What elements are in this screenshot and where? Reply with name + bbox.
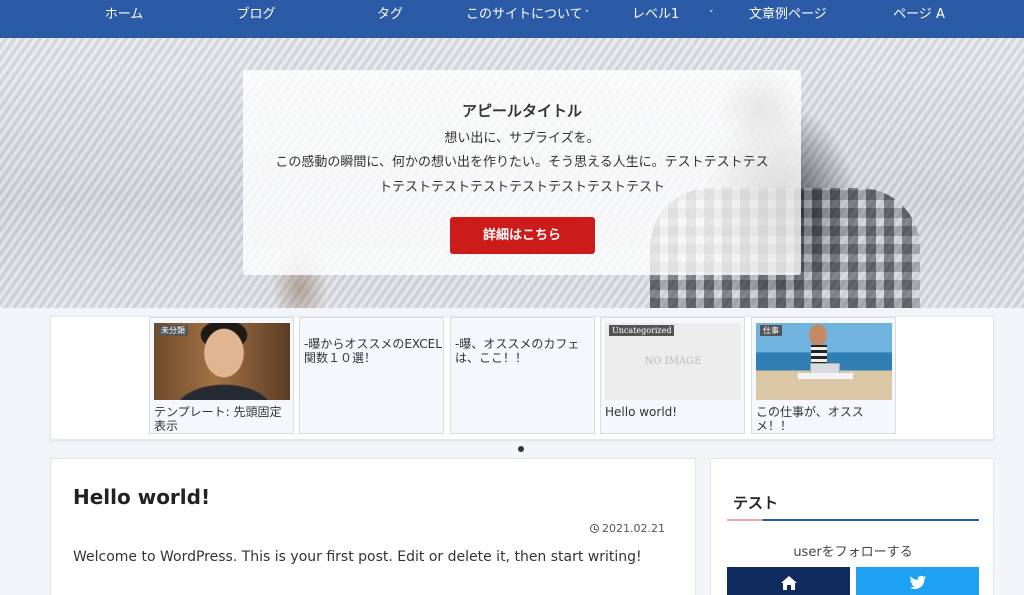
- title-underline: [727, 519, 979, 521]
- card-title: -曝、オススメのカフェは、ここ！！: [455, 337, 580, 365]
- carousel-card[interactable]: -曝、オススメのカフェは、ここ！！: [450, 317, 595, 434]
- chevron-down-icon[interactable]: ˅: [709, 0, 714, 32]
- table-figure: [798, 373, 853, 379]
- category-badge: 仕事: [760, 325, 782, 336]
- carousel-card[interactable]: Uncategorized NO IMAGE Hello world!: [600, 317, 745, 434]
- hero-banner: アピールタイトル 想い出に、サプライズを。 この感動の瞬間に、何かの想い出を作り…: [0, 38, 1024, 308]
- nav-sample-page[interactable]: 文章例ページ: [749, 0, 827, 32]
- post-carousel: 未分類 テンプレート: 先頭固定表示 -曝からオススメのEXCEL関数１０選！ …: [50, 316, 994, 440]
- nav-about[interactable]: このサイトについて ˅: [466, 0, 589, 32]
- category-badge: 未分類: [158, 325, 188, 336]
- post-date-text: 2021.02.21: [602, 522, 665, 535]
- category-badge: Uncategorized: [609, 325, 675, 336]
- nav-level1-label: レベル1: [632, 7, 680, 22]
- card-thumbnail: 未分類: [154, 323, 290, 400]
- hero-box: アピールタイトル 想い出に、サプライズを。 この感動の瞬間に、何かの想い出を作り…: [243, 70, 801, 275]
- nav-tag[interactable]: タグ: [375, 0, 405, 32]
- post-excerpt: Welcome to WordPress. This is your first…: [73, 549, 642, 565]
- hero-subtitle: 想い出に、サプライズを。: [444, 131, 600, 146]
- global-nav: ホーム ブログ タグ このサイトについて ˅ レベル1 ˅ 文章例ページ ページ …: [0, 0, 1024, 38]
- post-card: Hello world! 2021.02.21 Welcome to WordP…: [50, 458, 696, 595]
- no-image-thumbnail: Uncategorized NO IMAGE: [605, 323, 741, 400]
- home-follow-button[interactable]: [727, 567, 850, 595]
- nav-blog[interactable]: ブログ: [236, 0, 276, 32]
- hero-title: アピールタイトル: [461, 102, 582, 120]
- follow-text: userをフォローする: [793, 545, 913, 560]
- nav-home-label: ホーム: [104, 7, 144, 22]
- nav-blog-label: ブログ: [236, 7, 276, 22]
- twitter-follow-button[interactable]: [856, 567, 979, 595]
- carousel-card[interactable]: -曝からオススメのEXCEL関数１０選！: [299, 317, 444, 434]
- nav-sample-page-label: 文章例ページ: [749, 7, 827, 22]
- carousel-card[interactable]: 仕事 この仕事が、オススメ！！: [751, 317, 896, 434]
- card-title: テンプレート: 先頭固定表示: [154, 405, 282, 433]
- card-thumbnail: 仕事: [756, 323, 892, 400]
- carousel-card[interactable]: 未分類 テンプレート: 先頭固定表示: [149, 317, 294, 434]
- post-date: 2021.02.21: [590, 522, 665, 535]
- widget-title: テスト: [733, 494, 779, 512]
- nav-page-a-label: ページ A: [893, 7, 945, 22]
- nav-home[interactable]: ホーム: [104, 0, 144, 32]
- carousel-dot[interactable]: [518, 446, 524, 452]
- person-figure: [811, 345, 827, 365]
- home-icon: [781, 576, 797, 590]
- nav-page-a[interactable]: ページ A: [893, 0, 945, 32]
- post-title[interactable]: Hello world!: [73, 485, 210, 509]
- nav-tag-label: タグ: [376, 7, 403, 22]
- twitter-icon: [909, 575, 927, 589]
- hero-text: この感動の瞬間に、何かの想い出を作りたい。そう思える人生に。テストテストテストテ…: [275, 155, 769, 195]
- clock-icon: [590, 524, 600, 533]
- card-title: この仕事が、オススメ！！: [756, 405, 864, 433]
- nav-about-label: このサイトについて: [466, 7, 583, 22]
- card-title: Hello world!: [605, 405, 678, 419]
- sidebar-widget: テスト userをフォローする: [710, 458, 994, 595]
- no-image-text: NO IMAGE: [644, 356, 702, 367]
- details-button[interactable]: 詳細はこちら: [449, 217, 595, 254]
- nav-level1[interactable]: レベル1: [632, 0, 680, 32]
- chevron-down-icon: ˅: [584, 10, 590, 20]
- card-title: -曝からオススメのEXCEL関数１０選！: [304, 337, 442, 365]
